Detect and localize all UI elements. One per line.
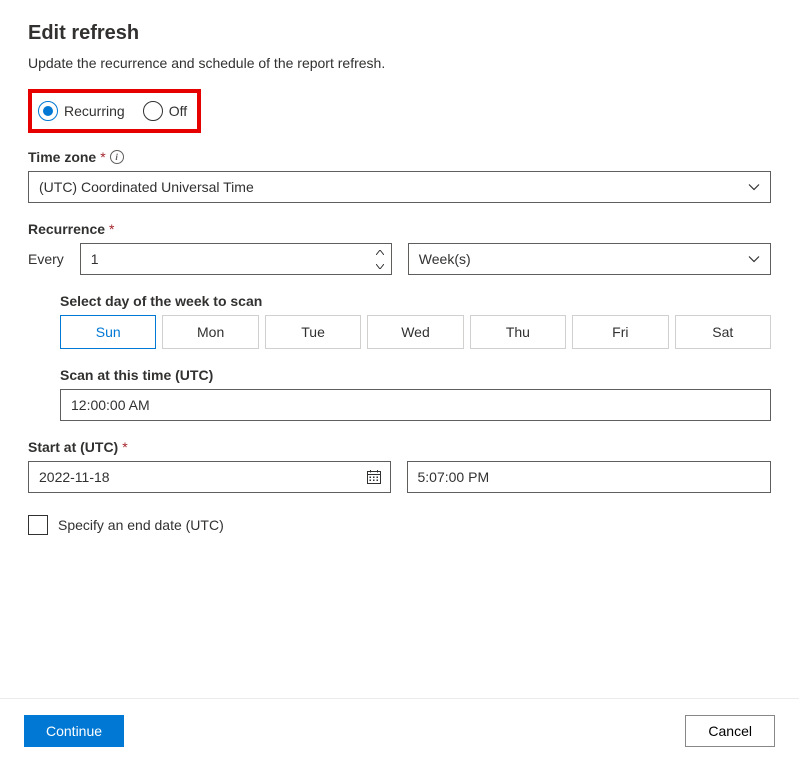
calendar-icon[interactable]: [366, 469, 382, 485]
scan-time-value: 12:00:00 AM: [71, 397, 150, 413]
every-value: 1: [91, 251, 99, 267]
radio-icon: [143, 101, 163, 121]
day-tue[interactable]: Tue: [265, 315, 361, 349]
day-fri[interactable]: Fri: [572, 315, 668, 349]
end-date-label: Specify an end date (UTC): [58, 517, 224, 533]
timezone-select[interactable]: (UTC) Coordinated Universal Time: [28, 171, 771, 203]
days-label: Select day of the week to scan: [60, 293, 771, 309]
every-value-input[interactable]: 1: [80, 243, 392, 275]
start-date-value: 2022-11-18: [39, 469, 110, 485]
start-label: Start at (UTC) *: [28, 439, 771, 455]
end-date-checkbox[interactable]: [28, 515, 48, 535]
every-label: Every: [28, 251, 64, 267]
page-subtitle: Update the recurrence and schedule of th…: [28, 55, 771, 71]
day-mon[interactable]: Mon: [162, 315, 258, 349]
day-wed[interactable]: Wed: [367, 315, 463, 349]
scan-time-input[interactable]: 12:00:00 AM: [60, 389, 771, 421]
spinner-down-icon[interactable]: [370, 259, 390, 273]
info-icon[interactable]: i: [110, 150, 124, 164]
timezone-value: (UTC) Coordinated Universal Time: [39, 179, 254, 195]
day-buttons: Sun Mon Tue Wed Thu Fri Sat: [60, 315, 771, 349]
start-time-input[interactable]: 5:07:00 PM: [407, 461, 772, 493]
mode-radio-group: Recurring Off: [28, 89, 201, 133]
radio-icon: [38, 101, 58, 121]
off-radio[interactable]: Off: [143, 101, 187, 121]
continue-button[interactable]: Continue: [24, 715, 124, 747]
day-sat[interactable]: Sat: [675, 315, 771, 349]
recurring-radio-label: Recurring: [64, 103, 125, 119]
chevron-down-icon: [748, 181, 760, 193]
footer: Continue Cancel: [0, 698, 799, 763]
start-date-input[interactable]: 2022-11-18: [28, 461, 391, 493]
spinner-up-icon[interactable]: [370, 245, 390, 259]
cancel-button[interactable]: Cancel: [685, 715, 775, 747]
chevron-down-icon: [748, 253, 760, 265]
recurrence-unit-value: Week(s): [419, 251, 471, 267]
day-sun[interactable]: Sun: [60, 315, 156, 349]
off-radio-label: Off: [169, 103, 187, 119]
recurring-radio[interactable]: Recurring: [38, 101, 125, 121]
day-thu[interactable]: Thu: [470, 315, 566, 349]
start-time-value: 5:07:00 PM: [418, 469, 490, 485]
recurrence-unit-select[interactable]: Week(s): [408, 243, 771, 275]
scan-time-label: Scan at this time (UTC): [60, 367, 771, 383]
page-title: Edit refresh: [28, 22, 771, 45]
recurrence-label: Recurrence *: [28, 221, 771, 237]
timezone-label: Time zone * i: [28, 149, 771, 165]
